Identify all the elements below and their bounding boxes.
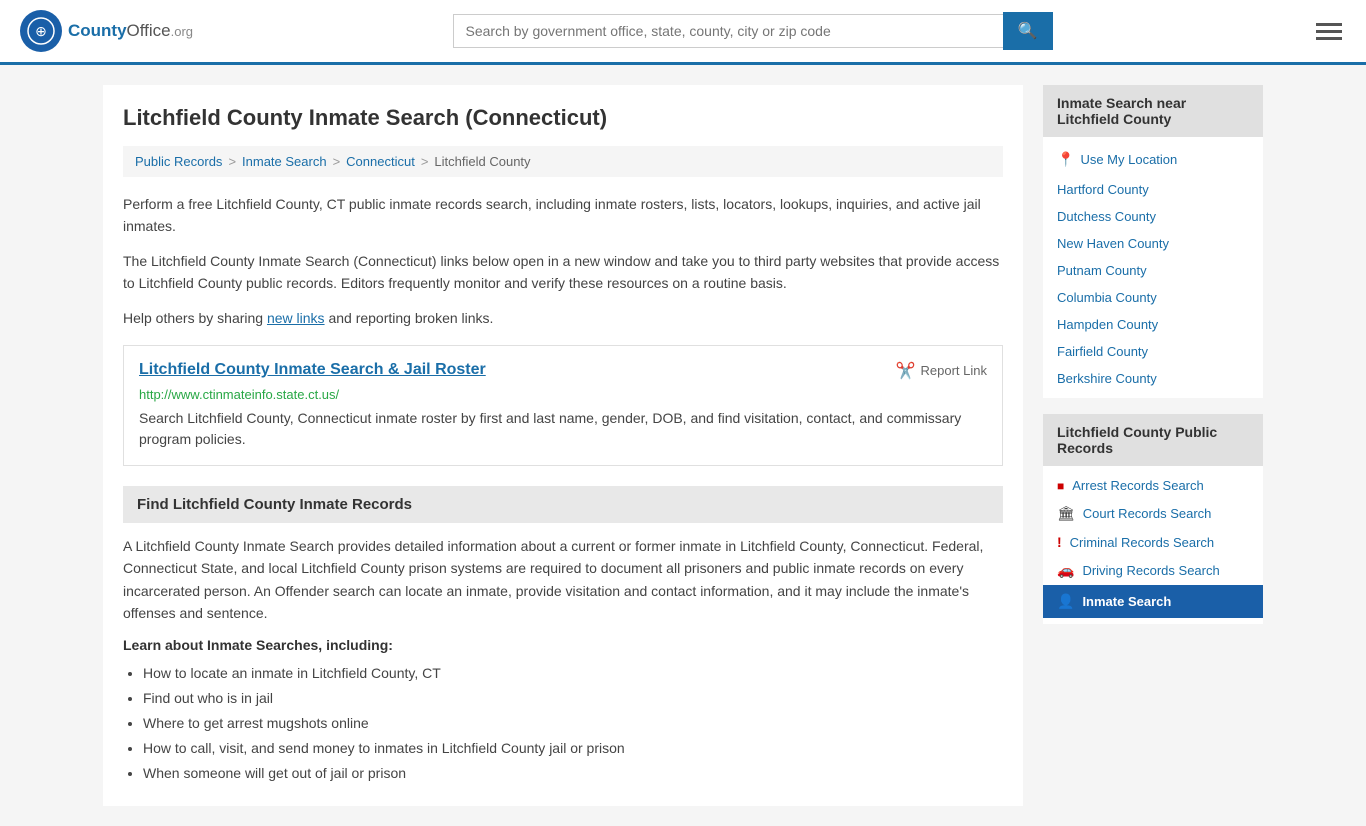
sidebar-item-newhaven[interactable]: New Haven County — [1043, 230, 1263, 257]
find-records-header: Find Litchfield County Inmate Records — [123, 486, 1003, 523]
sidebar-arrest-records[interactable]: ■ Arrest Records Search — [1043, 472, 1263, 499]
driving-icon: 🚗 — [1057, 562, 1074, 579]
sidebar-criminal-records[interactable]: ! Criminal Records Search — [1043, 528, 1263, 556]
breadcrumb: Public Records > Inmate Search > Connect… — [123, 146, 1003, 177]
breadcrumb-sep-3: > — [421, 154, 429, 169]
sidebar-driving-records[interactable]: 🚗 Driving Records Search — [1043, 556, 1263, 585]
berkshire-county-link[interactable]: Berkshire County — [1057, 371, 1157, 386]
logo-icon: ⊕ — [20, 10, 62, 52]
logo-text: CountyOffice.org — [68, 21, 193, 41]
intro-text-3: Help others by sharing new links and rep… — [123, 307, 1003, 329]
bullet-4: How to call, visit, and send money to in… — [143, 736, 1003, 761]
report-link-button[interactable]: ✂️ Report Link — [896, 361, 987, 381]
intro-text-2: The Litchfield County Inmate Search (Con… — [123, 250, 1003, 295]
breadcrumb-litchfield: Litchfield County — [434, 154, 530, 169]
breadcrumb-inmate-search[interactable]: Inmate Search — [242, 154, 327, 169]
newhaven-county-link[interactable]: New Haven County — [1057, 236, 1169, 251]
menu-bar-2 — [1316, 30, 1342, 33]
breadcrumb-public-records[interactable]: Public Records — [135, 154, 222, 169]
menu-bar-3 — [1316, 37, 1342, 40]
learn-subheading: Learn about Inmate Searches, including: — [123, 637, 1003, 653]
inmate-bar-label: Inmate Search — [1082, 594, 1171, 609]
dutchess-county-link[interactable]: Dutchess County — [1057, 209, 1156, 224]
search-area: 🔍 — [453, 12, 1053, 50]
menu-button[interactable] — [1312, 19, 1346, 44]
intro-3-post: and reporting broken links. — [325, 310, 494, 326]
sidebar-item-dutchess[interactable]: Dutchess County — [1043, 203, 1263, 230]
hartford-county-link[interactable]: Hartford County — [1057, 182, 1149, 197]
arrest-icon: ■ — [1057, 479, 1064, 493]
columbia-county-link[interactable]: Columbia County — [1057, 290, 1157, 305]
report-link-label: Report Link — [921, 363, 987, 378]
sidebar-inmate-search-bar[interactable]: 👤 Inmate Search — [1043, 585, 1263, 618]
result-description: Search Litchfield County, Connecticut in… — [139, 408, 987, 450]
driving-records-link[interactable]: Driving Records Search — [1082, 563, 1219, 578]
result-header-row: ✂️ Report Link Litchfield County Inmate … — [139, 361, 987, 381]
sidebar-item-hampden[interactable]: Hampden County — [1043, 311, 1263, 338]
sidebar-public-records-section: Litchfield County Public Records ■ Arres… — [1043, 414, 1263, 624]
breadcrumb-sep-1: > — [228, 154, 236, 169]
criminal-records-link[interactable]: Criminal Records Search — [1070, 535, 1215, 550]
result-box: ✂️ Report Link Litchfield County Inmate … — [123, 345, 1003, 466]
report-icon: ✂️ — [896, 361, 916, 381]
find-records-text: A Litchfield County Inmate Search provid… — [123, 535, 1003, 625]
hampden-county-link[interactable]: Hampden County — [1057, 317, 1158, 332]
inmate-bar-icon: 👤 — [1057, 593, 1074, 610]
sidebar-public-records-header: Litchfield County Public Records — [1043, 414, 1263, 466]
right-panel: Inmate Search near Litchfield County 📍 U… — [1043, 85, 1263, 806]
breadcrumb-sep-2: > — [333, 154, 341, 169]
sidebar-nearby-section: Inmate Search near Litchfield County 📍 U… — [1043, 85, 1263, 398]
bullet-3: Where to get arrest mugshots online — [143, 711, 1003, 736]
fairfield-county-link[interactable]: Fairfield County — [1057, 344, 1148, 359]
arrest-records-link[interactable]: Arrest Records Search — [1072, 478, 1204, 493]
new-links-link[interactable]: new links — [267, 310, 325, 326]
criminal-icon: ! — [1057, 534, 1062, 550]
bullet-1: How to locate an inmate in Litchfield Co… — [143, 661, 1003, 686]
intro-3-pre: Help others by sharing — [123, 310, 267, 326]
search-icon: 🔍 — [1018, 23, 1038, 40]
bullet-2: Find out who is in jail — [143, 686, 1003, 711]
logo-area: ⊕ CountyOffice.org — [20, 10, 193, 52]
header: ⊕ CountyOffice.org 🔍 — [0, 0, 1366, 65]
sidebar-item-putnam[interactable]: Putnam County — [1043, 257, 1263, 284]
putnam-county-link[interactable]: Putnam County — [1057, 263, 1147, 278]
svg-text:⊕: ⊕ — [35, 23, 47, 39]
court-icon: 🏛 — [1057, 505, 1075, 522]
bullet-5: When someone will get out of jail or pri… — [143, 761, 1003, 786]
page-title: Litchfield County Inmate Search (Connect… — [123, 105, 1003, 131]
sidebar-nearby-items: 📍 Use My Location Hartford County Dutche… — [1043, 137, 1263, 398]
breadcrumb-connecticut[interactable]: Connecticut — [346, 154, 415, 169]
sidebar-item-berkshire[interactable]: Berkshire County — [1043, 365, 1263, 392]
sidebar-item-columbia[interactable]: Columbia County — [1043, 284, 1263, 311]
use-location-label: Use My Location — [1080, 152, 1177, 167]
main-content: Litchfield County Inmate Search (Connect… — [83, 65, 1283, 826]
sidebar-item-hartford[interactable]: Hartford County — [1043, 176, 1263, 203]
find-records-section: Find Litchfield County Inmate Records A … — [123, 486, 1003, 787]
search-button[interactable]: 🔍 — [1003, 12, 1053, 50]
sidebar-item-fairfield[interactable]: Fairfield County — [1043, 338, 1263, 365]
use-location-item[interactable]: 📍 Use My Location — [1043, 143, 1263, 176]
left-panel: Litchfield County Inmate Search (Connect… — [103, 85, 1023, 806]
sidebar-nearby-header: Inmate Search near Litchfield County — [1043, 85, 1263, 137]
result-url[interactable]: http://www.ctinmateinfo.state.ct.us/ — [139, 387, 987, 402]
menu-bar-1 — [1316, 23, 1342, 26]
search-input[interactable] — [453, 14, 1003, 48]
sidebar-public-records-items: ■ Arrest Records Search 🏛 Court Records … — [1043, 466, 1263, 624]
result-title-link[interactable]: Litchfield County Inmate Search & Jail R… — [139, 361, 486, 378]
sidebar-court-records[interactable]: 🏛 Court Records Search — [1043, 499, 1263, 528]
location-icon: 📍 — [1057, 151, 1074, 168]
court-records-link[interactable]: Court Records Search — [1083, 506, 1212, 521]
intro-text-1: Perform a free Litchfield County, CT pub… — [123, 193, 1003, 238]
